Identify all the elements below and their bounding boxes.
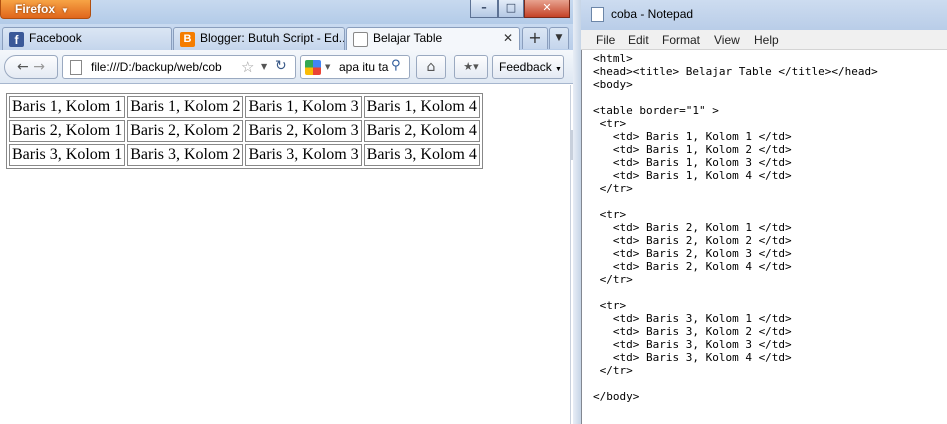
- chevron-down-icon[interactable]: ▼: [261, 62, 267, 71]
- minimize-button[interactable]: –: [470, 0, 498, 18]
- notepad-icon: [591, 7, 604, 22]
- table-cell: Baris 2, Kolom 2: [127, 120, 244, 142]
- search-bar[interactable]: ▼ apa itu tal ⚲: [300, 55, 410, 79]
- bookmarks-button[interactable]: ★▾: [454, 55, 488, 79]
- table-cell: Baris 1, Kolom 2: [127, 96, 244, 118]
- tab-title: Belajar Table: [373, 31, 443, 45]
- chevron-down-icon[interactable]: ▼: [325, 63, 330, 71]
- close-icon[interactable]: ✕: [503, 31, 513, 45]
- firefox-window: Firefox ▼ – □ ✕ f Facebook B Blogger: But…: [0, 0, 573, 424]
- page-icon: [353, 32, 368, 47]
- tab-belajar-table[interactable]: Belajar Table ✕: [346, 27, 520, 51]
- firefox-menu-label: Firefox: [15, 2, 56, 16]
- page-content: Baris 1, Kolom 1 Baris 1, Kolom 2 Baris …: [0, 85, 571, 424]
- text-editor[interactable]: <html> <head><title> Belajar Table </tit…: [581, 50, 947, 424]
- tab-blogger[interactable]: B Blogger: Butuh Script - Ed...: [173, 27, 345, 50]
- table-cell: Baris 2, Kolom 4: [363, 120, 480, 142]
- facebook-icon: f: [9, 32, 24, 47]
- notepad-window: coba - Notepad File Edit Format View Hel…: [581, 0, 947, 424]
- table-cell: Baris 1, Kolom 4: [363, 96, 480, 118]
- table-cell: Baris 1, Kolom 3: [245, 96, 362, 118]
- tab-strip: f Facebook B Blogger: Butuh Script - Ed.…: [0, 24, 573, 51]
- maximize-button[interactable]: □: [498, 0, 524, 18]
- home-button[interactable]: ⌂: [416, 55, 446, 79]
- url-bar[interactable]: file:///D:/backup/web/cob ☆ ▼ ↻: [62, 55, 296, 79]
- blogger-icon: B: [180, 32, 195, 47]
- back-forward-buttons[interactable]: ← →: [4, 55, 58, 79]
- table-cell: Baris 1, Kolom 1: [9, 96, 126, 118]
- menu-format[interactable]: Format: [662, 33, 700, 47]
- close-button[interactable]: ✕: [524, 0, 570, 18]
- table-cell: Baris 2, Kolom 1: [9, 120, 126, 142]
- google-icon[interactable]: [305, 60, 321, 75]
- forward-icon[interactable]: →: [33, 59, 45, 75]
- notepad-titlebar: coba - Notepad: [581, 0, 947, 30]
- table-cell: Baris 3, Kolom 4: [363, 144, 480, 166]
- search-icon[interactable]: ⚲: [391, 58, 401, 73]
- table-cell: Baris 3, Kolom 2: [127, 144, 244, 166]
- table-cell: Baris 3, Kolom 3: [245, 144, 362, 166]
- table-row: Baris 1, Kolom 1 Baris 1, Kolom 2 Baris …: [9, 96, 480, 118]
- table-row: Baris 3, Kolom 1 Baris 3, Kolom 2 Baris …: [9, 144, 480, 166]
- bookmarks-icon: ★▾: [463, 60, 479, 73]
- new-tab-button[interactable]: +: [522, 27, 548, 49]
- desktop-gap: [573, 0, 581, 424]
- table-row: Baris 2, Kolom 1 Baris 2, Kolom 2 Baris …: [9, 120, 480, 142]
- navigation-toolbar: ← → file:///D:/backup/web/cob ☆ ▼ ↻ ▼ ap…: [0, 50, 573, 84]
- editor-content[interactable]: <html> <head><title> Belajar Table </tit…: [593, 52, 878, 403]
- feedback-label: Feedback: [499, 60, 552, 74]
- tab-title: Facebook: [29, 31, 82, 45]
- firefox-menu-button[interactable]: Firefox ▼: [0, 0, 91, 19]
- home-icon: ⌂: [426, 59, 436, 75]
- page-icon: [70, 60, 82, 75]
- star-icon[interactable]: ☆: [241, 58, 254, 76]
- feedback-button[interactable]: Feedback ▼: [492, 55, 564, 79]
- data-table: Baris 1, Kolom 1 Baris 1, Kolom 2 Baris …: [6, 93, 483, 169]
- firefox-titlebar: Firefox ▼ – □ ✕: [0, 0, 573, 24]
- url-text[interactable]: file:///D:/backup/web/cob: [91, 60, 237, 74]
- table-cell: Baris 2, Kolom 3: [245, 120, 362, 142]
- tab-title: Blogger: Butuh Script - Ed...: [200, 31, 345, 45]
- menu-edit[interactable]: Edit: [628, 33, 649, 47]
- menu-bar: File Edit Format View Help: [581, 30, 947, 50]
- chevron-down-icon: ▼: [555, 66, 562, 73]
- chevron-down-icon: ▼: [61, 6, 69, 15]
- menu-view[interactable]: View: [714, 33, 740, 47]
- menu-help[interactable]: Help: [754, 33, 779, 47]
- tab-facebook[interactable]: f Facebook: [2, 27, 172, 50]
- back-icon[interactable]: ←: [17, 59, 29, 75]
- window-title: coba - Notepad: [611, 7, 694, 21]
- search-input[interactable]: apa itu tal: [339, 60, 389, 74]
- table-cell: Baris 3, Kolom 1: [9, 144, 126, 166]
- reload-icon[interactable]: ↻: [275, 58, 287, 74]
- menu-file[interactable]: File: [596, 33, 615, 47]
- tab-list-button[interactable]: ▼: [549, 27, 569, 49]
